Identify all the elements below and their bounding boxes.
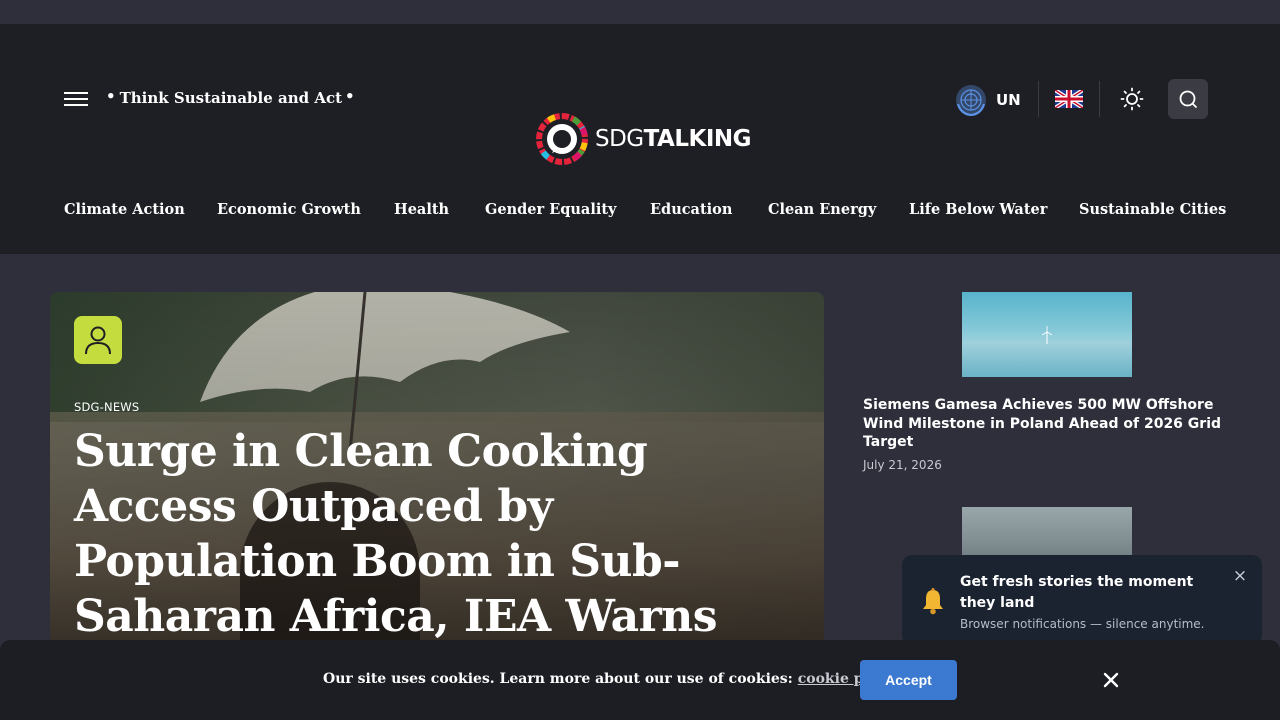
header-divider [1038, 81, 1039, 117]
close-icon[interactable] [1101, 670, 1121, 690]
nav-item-economic-growth[interactable]: Economic Growth [217, 201, 361, 218]
top-strip [0, 0, 1280, 24]
notification-title[interactable]: Get fresh stories the moment they land [960, 572, 1230, 613]
hero-title[interactable]: Surge in Clean Cooking Access Outpaced b… [74, 424, 774, 644]
user-icon [85, 326, 111, 355]
quote-open-icon: • [106, 87, 116, 105]
nav-item-life-below-water[interactable]: Life Below Water [909, 201, 1047, 218]
tagline-text: Think Sustainable and Act [119, 89, 343, 107]
sidebar-article-title[interactable]: Siemens Gamesa Achieves 500 MW Offshore … [863, 396, 1223, 452]
nav-item-health[interactable]: Health [394, 201, 449, 218]
hero-article[interactable]: SDG-NEWS Surge in Clean Cooking Access O… [50, 292, 824, 652]
un-emblem-icon [956, 85, 986, 116]
tagline: • Think Sustainable and Act • [106, 87, 355, 108]
nav-item-climate-action[interactable]: Climate Action [64, 201, 185, 218]
logo-text-bold: TALKING [643, 126, 752, 152]
logo-text: SDGTALKING [595, 126, 752, 152]
search-icon [1179, 90, 1197, 108]
cookie-message: Our site uses cookies. Learn more about … [323, 671, 900, 687]
search-button[interactable] [1168, 79, 1208, 119]
wind-turbine-image [1042, 326, 1052, 344]
main-nav: Climate Action Economic Growth Health Ge… [0, 201, 1280, 223]
header-divider [1099, 81, 1100, 117]
notification-popup: Get fresh stories the moment they land B… [902, 555, 1262, 645]
author-badge[interactable] [74, 316, 122, 364]
un-label: UN [996, 91, 1021, 109]
un-link[interactable]: UN [955, 84, 1021, 116]
cookie-text: Our site uses cookies. Learn more about … [323, 671, 793, 687]
nav-item-gender-equality[interactable]: Gender Equality [485, 201, 616, 218]
cookie-banner: Our site uses cookies. Learn more about … [0, 640, 1280, 720]
notification-subtitle: Browser notifications — silence anytime. [960, 617, 1205, 631]
nav-item-sustainable-cities[interactable]: Sustainable Cities [1079, 201, 1226, 218]
nav-item-clean-energy[interactable]: Clean Energy [768, 201, 876, 218]
uk-flag-icon[interactable] [1055, 90, 1083, 108]
sidebar-article-thumbnail[interactable] [962, 292, 1132, 377]
bell-icon [923, 588, 943, 615]
sdg-wheel-icon [536, 113, 588, 165]
sun-icon[interactable] [1120, 87, 1144, 111]
site-logo[interactable]: SDGTALKING [535, 111, 752, 167]
quote-close-icon: • [345, 87, 355, 105]
sidebar-article-date: July 21, 2026 [863, 458, 942, 472]
accept-button[interactable]: Accept [860, 660, 957, 700]
hamburger-menu-icon[interactable] [64, 90, 88, 108]
hero-category[interactable]: SDG-NEWS [74, 400, 139, 414]
logo-text-light: SDG [595, 126, 644, 152]
notification-close-icon[interactable]: × [1231, 567, 1249, 585]
nav-item-education[interactable]: Education [650, 201, 732, 218]
